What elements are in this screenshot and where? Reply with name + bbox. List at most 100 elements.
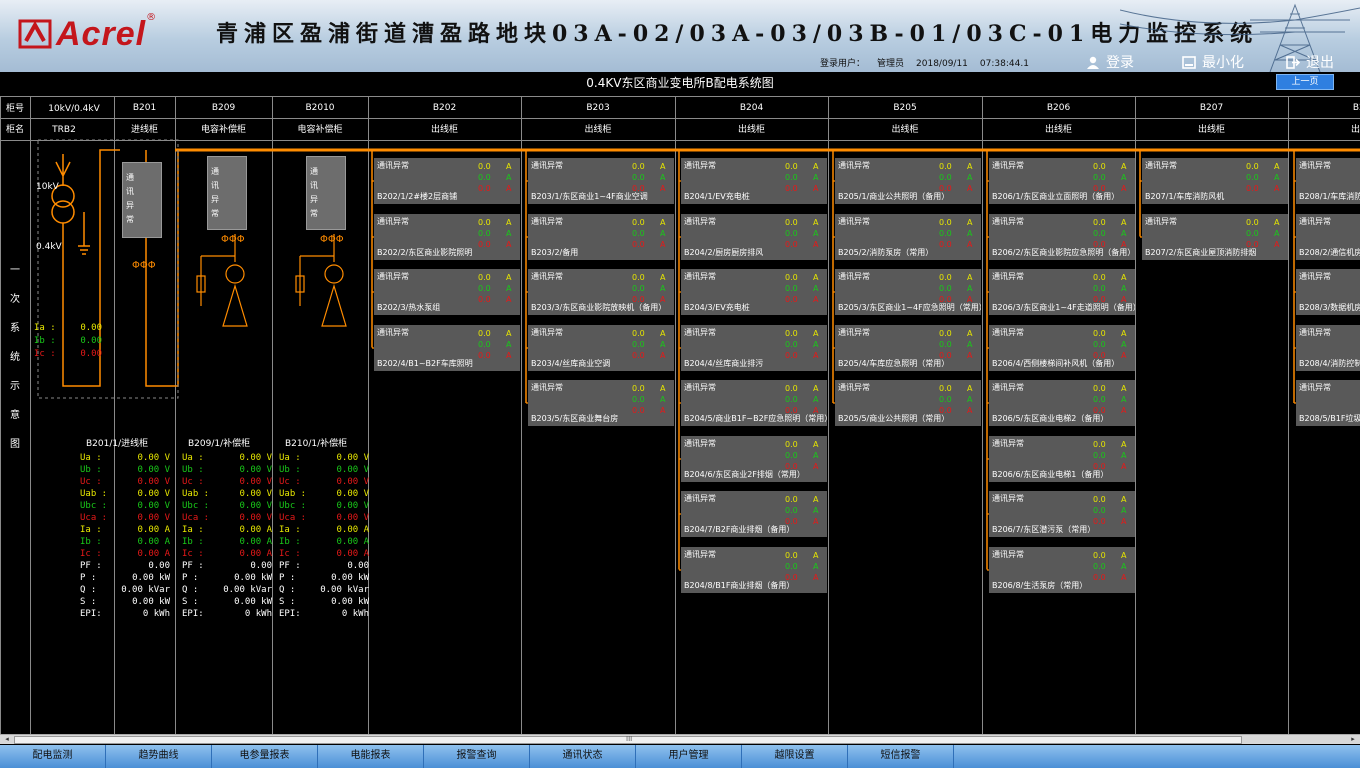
feeder-b202-3[interactable]: 通讯异常 B202/3/热水泵组 0.0 A 0.0 A 0.0 A	[374, 269, 520, 315]
feeder-b205-2[interactable]: 通讯异常 B205/2/消防泵房（常用） 0.0 A 0.0 A 0.0 A	[835, 214, 981, 260]
feeder-b205-4[interactable]: 通讯异常 B205/4/车库应急照明（常用） 0.0 A 0.0 A 0.0 A	[835, 325, 981, 371]
current-value: 0.0	[785, 329, 798, 338]
nav-button-9[interactable]: 短信报警	[848, 745, 954, 768]
prev-page-button[interactable]: 上一页	[1276, 74, 1334, 90]
feeder-b204-4[interactable]: 通讯异常 B204/4/丝库商业排污 0.0 A 0.0 A 0.0 A	[681, 325, 827, 371]
nav-button-2[interactable]: 趋势曲线	[106, 745, 212, 768]
param-value: 0.00 kW	[234, 597, 272, 607]
reactor-b209	[225, 264, 245, 284]
param-value: 0.00 A	[239, 549, 272, 559]
nav-button-3[interactable]: 电参量报表	[212, 745, 318, 768]
current-unit: A	[660, 395, 666, 404]
feeder-b204-1[interactable]: 通讯异常 B204/1/EV充电桩 0.0 A 0.0 A 0.0 A	[681, 158, 827, 204]
feeder-name: B204/4/丝库商业排污	[684, 359, 764, 368]
meter-row: Ic : 0.00 A	[182, 548, 272, 560]
feeder-b202-4[interactable]: 通讯异常 B202/4/B1~B2F车库照明 0.0 A 0.0 A 0.0 A	[374, 325, 520, 371]
nav-button-4[interactable]: 电能报表	[318, 745, 424, 768]
feeder-b206-3[interactable]: 通讯异常 B206/3/东区商业1~4F走道照明（备用） 0.0 A 0.0 A 0.0 A	[989, 269, 1135, 315]
current-value: 0.0	[785, 229, 798, 238]
current-unit: A	[813, 173, 819, 182]
phase-value: 0.00	[80, 349, 102, 359]
current-unit: A	[967, 351, 973, 360]
horizontal-scrollbar[interactable]: ◂ III ▸	[0, 734, 1360, 744]
login-button[interactable]: 登录	[1086, 52, 1134, 72]
current-value: 0.0	[785, 162, 798, 171]
feeder-b203-2[interactable]: 通讯异常 B203/2/备用 0.0 A 0.0 A 0.0 A	[528, 214, 674, 260]
feeder-b208-4[interactable]: 通讯异常B208/4/消防控制0.0A0.0A0.0A	[1296, 325, 1360, 371]
feeder-b204-7[interactable]: 通讯异常 B204/7/B2F商业排烟（备用） 0.0 A 0.0 A 0.0 A	[681, 491, 827, 537]
cabinet-no-B207: B207	[1199, 103, 1224, 113]
feeder-b208-5[interactable]: 通讯异常B208/5/B1F垃圾房0.0A0.0A0.0A	[1296, 380, 1360, 426]
feeder-b202-1[interactable]: 通讯异常 B202/1/2#楼2层商铺 0.0 A 0.0 A 0.0 A	[374, 158, 520, 204]
feeder-b205-3[interactable]: 通讯异常 B205/3/东区商业1~4F应急照明（常用） 0.0 A 0.0 A 0.0 A	[835, 269, 981, 315]
current-value: 0.0	[785, 184, 798, 193]
feeder-b205-5[interactable]: 通讯异常 B205/5/商业公共照明（常用） 0.0 A 0.0 A 0.0 A	[835, 380, 981, 426]
brand-logo: Acrel ®	[18, 12, 156, 54]
nav-button-1[interactable]: 配电监测	[0, 745, 106, 768]
session-info: 登录用户： 管理员 2018/09/11 07:38:44.1	[820, 56, 1041, 69]
comm-status: 通讯异常	[838, 383, 870, 392]
feeder-b203-4[interactable]: 通讯异常 B203/4/丝库商业空调 0.0 A 0.0 A 0.0 A	[528, 325, 674, 371]
feeder-b207-1[interactable]: 通讯异常 B207/1/车库消防风机 0.0 A 0.0 A 0.0 A	[1142, 158, 1288, 204]
scroll-left-icon[interactable]: ◂	[2, 735, 12, 744]
feeder-b206-1[interactable]: 通讯异常 B206/1/东区商业立面照明（备用） 0.0 A 0.0 A 0.0 A	[989, 158, 1135, 204]
feeder-b208-2[interactable]: 通讯异常B208/2/通信机房0.0A0.0A0.0A	[1296, 214, 1360, 260]
current-unit: A	[660, 273, 666, 282]
comm-status: 通讯异常	[531, 217, 563, 226]
minimize-button[interactable]: 最小化	[1182, 52, 1244, 72]
current-value: 0.0	[1246, 229, 1259, 238]
feeder-b206-8[interactable]: 通讯异常 B206/8/生活泵房（常用） 0.0 A 0.0 A 0.0 A	[989, 547, 1135, 593]
cabinet-name-B202: 出线柜	[430, 125, 458, 135]
nav-button-6[interactable]: 通讯状态	[530, 745, 636, 768]
meter-row: Ib : 0.00 A	[80, 536, 170, 548]
current-value: 0.0	[1093, 495, 1106, 504]
feeder-b205-1[interactable]: 通讯异常 B205/1/商业公共照明（备用） 0.0 A 0.0 A 0.0 A	[835, 158, 981, 204]
comm-status: 通讯异常	[684, 217, 716, 226]
feeder-b204-3[interactable]: 通讯异常 B204/3/EV充电桩 0.0 A 0.0 A 0.0 A	[681, 269, 827, 315]
current-unit: A	[1274, 184, 1280, 193]
feeder-b204-2[interactable]: 通讯异常 B204/2/厨房厨房排风 0.0 A 0.0 A 0.0 A	[681, 214, 827, 260]
feeder-b208-3[interactable]: 通讯异常B208/3/数据机房0.0A0.0A0.0A	[1296, 269, 1360, 315]
current-unit: A	[813, 551, 819, 560]
feeder-b203-1[interactable]: 通讯异常 B203/1/东区商业1~4F商业空调 0.0 A 0.0 A 0.0 A	[528, 158, 674, 204]
current-unit: A	[813, 406, 819, 415]
feeder-b206-4[interactable]: 通讯异常 B206/4/西侧楼梯间补风机（备用） 0.0 A 0.0 A 0.0 A	[989, 325, 1135, 371]
exit-button[interactable]: 退出	[1286, 52, 1334, 72]
feeder-b204-8[interactable]: 通讯异常 B204/8/B1F商业排烟（备用） 0.0 A 0.0 A 0.0 A	[681, 547, 827, 593]
brand-name: Acrel	[56, 14, 147, 53]
current-value: 0.0	[785, 295, 798, 304]
switch-box-b209[interactable]: 通讯异常	[207, 156, 247, 230]
feeder-name: B206/8/生活泵房（常用）	[992, 581, 1088, 590]
feeder-b204-5[interactable]: 通讯异常 B204/5/商业B1F~B2F应急照明（常用） 0.0 A 0.0 A 0.0 A	[681, 380, 827, 426]
current-unit: A	[813, 184, 819, 193]
current-unit: A	[1121, 173, 1127, 182]
feeder-b206-7[interactable]: 通讯异常 B206/7/东区潜污泵（常用） 0.0 A 0.0 A 0.0 A	[989, 491, 1135, 537]
scroll-right-icon[interactable]: ▸	[1348, 735, 1358, 744]
param-label: Ib :	[80, 537, 102, 547]
switch-box-b201[interactable]: 通讯异常	[122, 162, 162, 238]
feeder-name: B208/4/消防控制	[1299, 359, 1360, 368]
feeder-name: B202/1/2#楼2层商铺	[377, 192, 458, 201]
nav-button-8[interactable]: 越限设置	[742, 745, 848, 768]
nav-button-5[interactable]: 报警查询	[424, 745, 530, 768]
feeder-b208-1[interactable]: 通讯异常B208/1/车库消防0.0A0.0A0.0A	[1296, 158, 1360, 204]
feeder-b206-5[interactable]: 通讯异常 B206/5/东区商业电梯2（备用） 0.0 A 0.0 A 0.0 A	[989, 380, 1135, 426]
feeder-b206-6[interactable]: 通讯异常 B206/6/东区商业电梯1（备用） 0.0 A 0.0 A 0.0 A	[989, 436, 1135, 482]
feeder-b207-2[interactable]: 通讯异常 B207/2/东区商业屋顶消防排烟 0.0 A 0.0 A 0.0 A	[1142, 214, 1288, 260]
feeder-b206-2[interactable]: 通讯异常 B206/2/东区商业影院应急照明（备用） 0.0 A 0.0 A 0.0 A	[989, 214, 1135, 260]
switch-box-b2010[interactable]: 通讯异常	[306, 156, 346, 230]
current-value: 0.0	[1246, 173, 1259, 182]
param-label: S :	[182, 597, 199, 607]
current-value: 0.0	[1093, 240, 1106, 249]
current-value: 0.0	[785, 284, 798, 293]
current-value: 0.0	[1093, 551, 1106, 560]
trb-current-row: Ic : 0.00	[34, 348, 102, 360]
feeder-b203-5[interactable]: 通讯异常 B203/5/东区商业舞台房 0.0 A 0.0 A 0.0 A	[528, 380, 674, 426]
feeder-b204-6[interactable]: 通讯异常 B204/6/东区商业2F排烟（常用） 0.0 A 0.0 A 0.0 A	[681, 436, 827, 482]
feeder-b203-3[interactable]: 通讯异常 B203/3/东区商业影院放映机（备用） 0.0 A 0.0 A 0.0 A	[528, 269, 674, 315]
feeder-b202-2[interactable]: 通讯异常 B202/2/东区商业影院照明 0.0 A 0.0 A 0.0 A	[374, 214, 520, 260]
current-value: 0.0	[632, 240, 645, 249]
current-value: 0.0	[1093, 273, 1106, 282]
capacitor-b2010	[299, 234, 347, 327]
nav-button-7[interactable]: 用户管理	[636, 745, 742, 768]
